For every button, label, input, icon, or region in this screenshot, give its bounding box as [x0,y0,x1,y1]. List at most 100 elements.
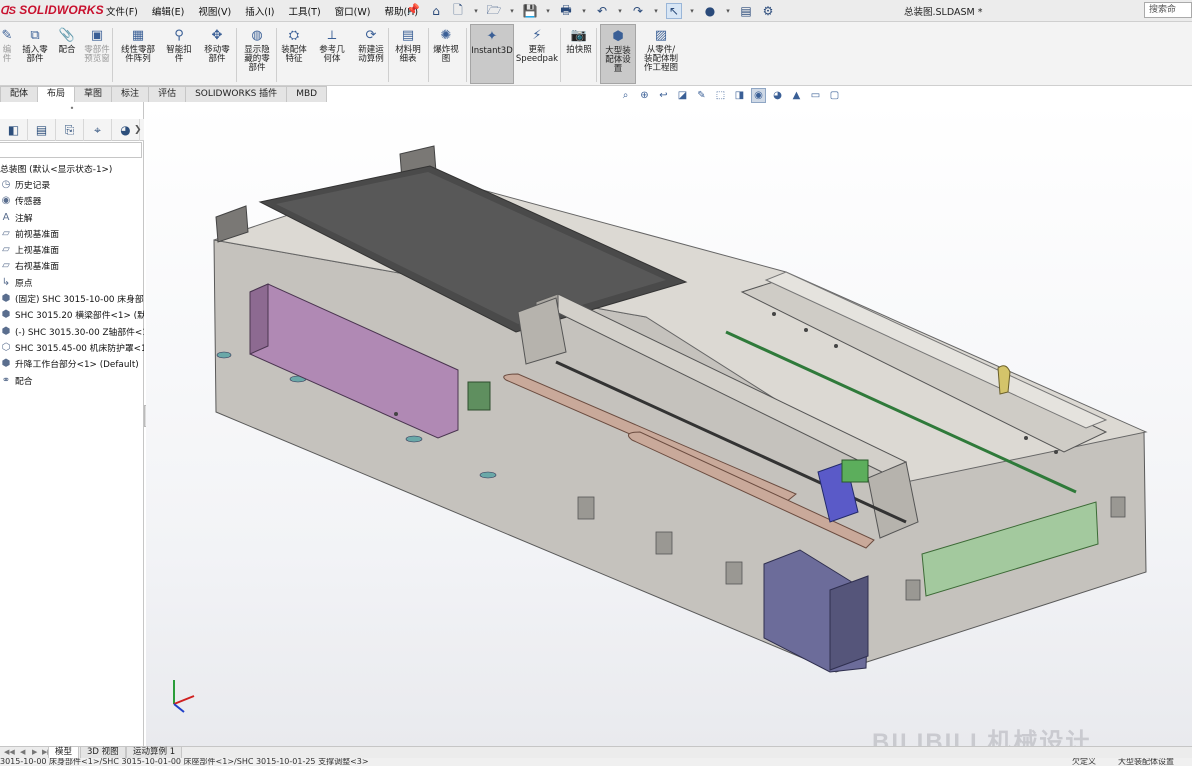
new-document-icon[interactable]: 🗋 [450,3,466,19]
tree-node-label: 历史记录 [15,180,51,191]
apply-scene-icon[interactable]: ▲ [789,88,804,103]
chevron-right-icon[interactable]: ❯ [134,125,142,135]
tree-node[interactable]: ⬢ (-) SHC 3015.30-00 Z轴部件<1 [0,323,144,339]
menu-item-4[interactable]: 工具(T) [288,4,320,18]
tree-node[interactable]: ⬡ SHC 3015.45-00 机床防护罩<1 [0,339,144,355]
cmd-mate[interactable]: 📎 配合 [56,24,78,84]
zoom-to-area-icon[interactable]: ⊕ [637,88,652,103]
menu-item-2[interactable]: 视图(V) [198,4,231,18]
first-tab-icon[interactable]: ◀◀ [4,748,15,756]
feature-filter-input[interactable] [0,142,142,158]
status-large-assembly[interactable]: 大型装配体设置 [1118,758,1174,766]
cmd-update-speedpak[interactable]: ⚡ 更新 Speedpak [516,24,558,84]
zoom-to-fit-icon[interactable]: ⌕ [618,88,633,103]
dropdown-arrow-icon[interactable]: ▾ [508,3,516,19]
tab-0[interactable]: 配体 [0,86,39,102]
tree-node[interactable]: ⬢ SHC 3015.20 横梁部件<1> (默 [0,307,144,323]
hide-show-items-icon[interactable]: ◉ [751,87,766,103]
smart-fastener-icon: ⚲ [174,27,184,43]
previous-view-icon[interactable]: ↩ [656,88,671,103]
cmd-exploded-view[interactable]: ✺ 爆炸视 图 [430,24,462,84]
command-label: 更新 Speedpak [515,45,559,64]
menu-item-1[interactable]: 编辑(E) [152,4,184,18]
view-settings-icon[interactable]: ▭ [808,88,823,103]
solidworks-logo[interactable]: ᗡS SOLIDWORKS [0,3,104,17]
dropdown-arrow-icon[interactable]: ▾ [688,3,696,19]
property-manager-icon[interactable]: ▤ [28,119,56,141]
cmd-instant3d[interactable]: ✦ Instant3D [470,24,514,84]
dropdown-arrow-icon[interactable]: ▾ [580,3,588,19]
dynamic-annotation-icon[interactable]: ✎ [694,88,709,103]
pin-menu-icon[interactable]: 📌 [406,3,420,16]
tree-node[interactable]: ▱ 右视基准面 [0,258,144,274]
dropdown-arrow-icon[interactable]: ▾ [616,3,624,19]
tab-6[interactable]: MBD [286,86,328,102]
tree-node[interactable]: ⬢ (固定) SHC 3015-10-00 床身部 [0,290,144,306]
menu-item-3[interactable]: 插入(I) [245,4,274,18]
next-tab-icon[interactable]: ▶ [32,748,37,756]
home-icon[interactable]: ⌂ [428,3,444,19]
feature-manager-icon[interactable]: ◧ [0,119,28,141]
tab-4[interactable]: 评估 [148,86,187,102]
bom-table-icon: ▤ [401,27,415,43]
cmd-take-snapshot[interactable]: 📷 拍快照 [564,24,594,84]
cmd-insert-components[interactable]: ⧉ 插入零 部件 [20,24,50,84]
save-icon[interactable]: 💾 [522,3,538,19]
menu-item-0[interactable]: 文件(F) [106,4,138,18]
cmd-bill-of-materials[interactable]: ▤ 材料明 细表 [392,24,424,84]
cmd-reference-geometry[interactable]: ⟂ 参考几 何体 [316,24,348,84]
cmd-smart-fasteners[interactable]: ⚲ 智能扣 件 [164,24,194,84]
dropdown-arrow-icon[interactable]: ▾ [544,3,552,19]
tree-node[interactable]: ⬢ 升降工作台部分<1> (Default) [0,356,144,372]
tab-3[interactable]: 标注 [111,86,150,102]
cmd-assembly-features[interactable]: ⛭ 装配体 特征 [278,24,310,84]
cmd-make-drawing[interactable]: ▨ 从零件/ 装配体制 作工程图 [640,24,682,84]
configuration-manager-icon[interactable]: ⎘ [56,119,84,141]
tree-node[interactable]: ⚭ 配合 [0,372,144,388]
tree-node[interactable]: ◉ 传感器 [0,193,144,209]
tree-node[interactable]: ◷ 历史记录 [0,176,144,192]
tab-5[interactable]: SOLIDWORKS 插件 [185,86,288,102]
tree-node[interactable]: ▱ 前视基准面 [0,225,144,241]
monitor-icon[interactable]: ▢ [827,88,842,103]
prev-tab-icon[interactable]: ◀ [20,748,25,756]
dropdown-arrow-icon[interactable]: ▾ [472,3,480,19]
menu-item-5[interactable]: 窗口(W) [335,4,371,18]
coordinate-triad-icon [173,680,195,713]
cmd-component-preview[interactable]: ▣ 零部件 预览窗 [82,24,112,84]
cmd-move-component[interactable]: ✥ 移动零 部件 [200,24,234,84]
status-definition: 欠定义 [1072,758,1096,766]
redo-icon[interactable]: ↷ [630,3,646,19]
section-view-icon[interactable]: ◪ [675,88,690,103]
panel-grip-icon[interactable]: • [0,104,144,116]
cmd-new-motion-study[interactable]: ⟳ 新建运 动算例 [354,24,388,84]
tree-node[interactable]: ▱ 上视基准面 [0,241,144,257]
file-properties-icon[interactable]: ▤ [738,3,754,19]
options-gear-icon[interactable]: ⚙ [760,3,776,19]
undo-icon[interactable]: ↶ [594,3,610,19]
cmd-linear-pattern[interactable]: ▦ 线性零部 件阵列 [118,24,158,84]
tree-node[interactable]: ↳ 原点 [0,274,144,290]
print-icon[interactable]: 🖶 [558,3,574,19]
view-orientation-icon[interactable]: ⬚ [713,88,728,103]
tree-node-label: SHC 3015.45-00 机床防护罩<1 [15,343,144,354]
laser-cutting-machine-model[interactable] [146,102,1192,746]
edit-appearance-icon[interactable]: ◕ [770,88,785,103]
cmd-edit-component[interactable]: ✎ 编 件 [0,24,14,84]
display-style-icon[interactable]: ◨ [732,88,747,103]
dimxpert-icon[interactable]: ⌖ [84,119,112,141]
tree-node[interactable]: A 注解 [0,209,144,225]
open-folder-icon[interactable]: 🗁 [486,3,502,19]
tab-2[interactable]: 草图 [74,86,113,102]
graphics-area[interactable]: ⌕ ⊕ ↩ ◪ ✎ ⬚ ◨ ◉ ◕ ▲ ▭ ▢ BILIBILI 机械设计 [146,87,1192,756]
cmd-large-assembly-settings[interactable]: ⬢ 大型装 配体设 置 [600,24,636,84]
dropdown-arrow-icon[interactable]: ▾ [652,3,660,19]
tree-node[interactable]: 总装图 (默认<显示状态-1>) [0,160,144,176]
traffic-light-icon[interactable]: ● [702,3,718,19]
show-hidden-icon: ◍ [251,27,263,43]
tab-1[interactable]: 布局 [37,86,76,102]
search-input[interactable]: 搜索命 [1144,2,1192,18]
cmd-show-hidden[interactable]: ◍ 显示隐 藏的零 部件 [240,24,274,84]
dropdown-arrow-icon[interactable]: ▾ [724,3,732,19]
select-pointer-icon[interactable]: ↖ [666,3,682,19]
